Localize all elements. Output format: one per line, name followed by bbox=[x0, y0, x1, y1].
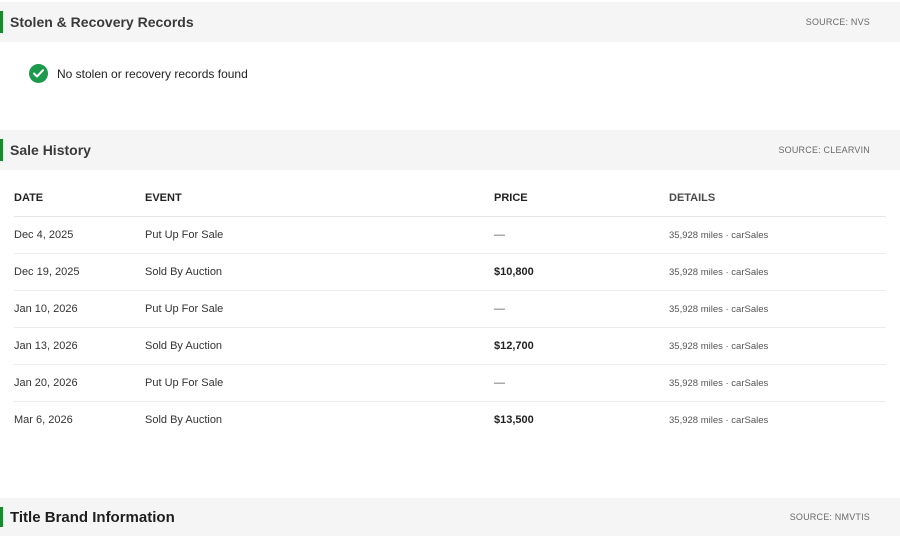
row-event: Put Up For Sale bbox=[145, 364, 494, 402]
row-details: 35,928 miles · carSales bbox=[669, 327, 886, 365]
row-details: 35,928 miles · carSales bbox=[669, 290, 886, 328]
row-date: Jan 13, 2026 bbox=[14, 327, 145, 365]
row-price: — bbox=[494, 364, 669, 402]
title-brand-source: SOURCE: NMVTIS bbox=[789, 512, 870, 522]
row-details: 35,928 miles · carSales bbox=[669, 364, 886, 402]
row-date: Dec 19, 2025 bbox=[14, 253, 145, 291]
stolen-records-header: Stolen & Recovery Records SOURCE: NVS bbox=[0, 2, 900, 42]
row-date: Mar 6, 2026 bbox=[14, 414, 73, 426]
stolen-records-title: Stolen & Recovery Records bbox=[10, 14, 194, 30]
row-date: Jan 10, 2026 bbox=[14, 290, 145, 328]
stolen-records-body: No stolen or recovery records found bbox=[0, 42, 900, 130]
title-brand-title: Title Brand Information bbox=[10, 508, 175, 526]
table-row: Jan 20, 2026 Put Up For Sale — 35,928 mi… bbox=[14, 364, 886, 402]
table-row: Dec 4, 2025 Put Up For Sale — 35,928 mil… bbox=[14, 216, 886, 254]
stolen-status-message: No stolen or recovery records found bbox=[57, 66, 248, 81]
row-event: Sold By Auction bbox=[145, 414, 223, 426]
check-circle-icon bbox=[29, 64, 48, 83]
row-details: 35,928 miles · carSales bbox=[669, 253, 886, 291]
sale-history-table: DATE EVENT PRICE DETAILS Dec 4, 2025 Put… bbox=[14, 180, 886, 438]
row-price: $10,800 bbox=[494, 253, 669, 291]
title-brand-header: Title Brand Information SOURCE: NMVTIS bbox=[0, 498, 900, 536]
row-price: — bbox=[494, 290, 669, 328]
row-price: $13,500 bbox=[494, 414, 534, 426]
row-date: Dec 4, 2025 bbox=[14, 216, 145, 254]
column-header-price: PRICE bbox=[494, 180, 669, 217]
table-row: Jan 13, 2026 Sold By Auction $12,700 35,… bbox=[14, 327, 886, 365]
stolen-status: No stolen or recovery records found bbox=[29, 64, 248, 83]
column-header-date: DATE bbox=[14, 180, 145, 217]
row-details: 35,928 miles · carSales bbox=[669, 216, 886, 254]
row-date: Jan 20, 2026 bbox=[14, 364, 145, 402]
row-event: Sold By Auction bbox=[145, 327, 494, 365]
column-header-details: DETAILS bbox=[669, 180, 886, 217]
sale-history-body: DATE EVENT PRICE DETAILS Dec 4, 2025 Put… bbox=[0, 180, 900, 498]
sale-history-source: SOURCE: CLEARVIN bbox=[778, 145, 870, 155]
row-event: Put Up For Sale bbox=[145, 216, 494, 254]
row-event: Sold By Auction bbox=[145, 253, 494, 291]
column-header-event: EVENT bbox=[145, 180, 494, 217]
sale-history-header: Sale History SOURCE: CLEARVIN bbox=[0, 130, 900, 170]
table-row: Mar 6, 2026 Sold By Auction $13,500 35,9… bbox=[14, 402, 886, 439]
row-price: — bbox=[494, 216, 669, 254]
sale-history-title: Sale History bbox=[10, 142, 91, 158]
row-details: 35,928 miles · carSales bbox=[669, 414, 769, 426]
table-header-row: DATE EVENT PRICE DETAILS bbox=[14, 180, 886, 217]
row-event: Put Up For Sale bbox=[145, 290, 494, 328]
stolen-records-source: SOURCE: NVS bbox=[805, 17, 870, 27]
table-row: Dec 19, 2025 Sold By Auction $10,800 35,… bbox=[14, 253, 886, 291]
table-row: Jan 10, 2026 Put Up For Sale — 35,928 mi… bbox=[14, 290, 886, 328]
row-price: $12,700 bbox=[494, 327, 669, 365]
